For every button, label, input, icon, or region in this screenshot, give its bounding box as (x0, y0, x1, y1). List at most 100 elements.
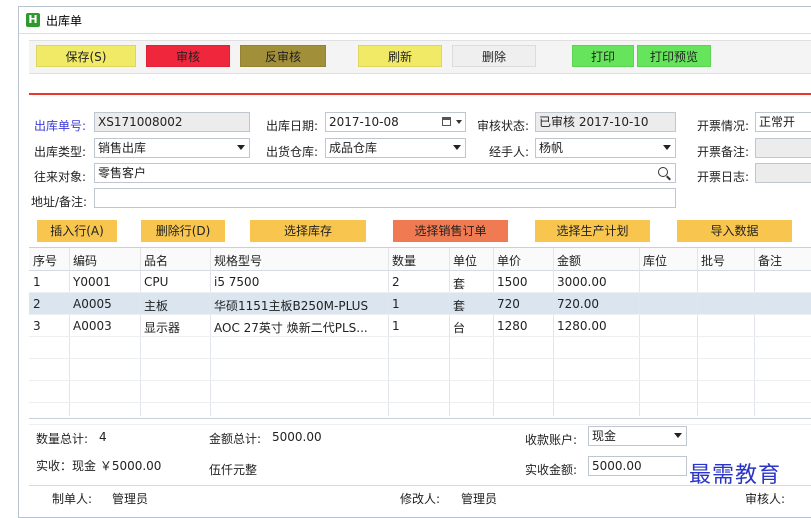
chevron-down-icon[interactable] (456, 120, 462, 124)
column-header[interactable]: 序号 (33, 252, 67, 269)
account-value: 现金 (592, 429, 617, 443)
table-cell[interactable]: 720 (497, 297, 551, 311)
column-header[interactable]: 备注 (758, 252, 809, 269)
warehouse-select[interactable]: 成品仓库 (325, 138, 466, 158)
select-sales-order-button[interactable]: 选择销售订单 (393, 220, 508, 242)
type-select[interactable]: 销售出库 (94, 138, 250, 158)
type-label: 出库类型: (34, 145, 87, 159)
table-cell[interactable]: 主板 (144, 297, 208, 314)
app-icon: H (26, 13, 40, 27)
select-production-plan-button[interactable]: 选择生产计划 (535, 220, 650, 242)
table-cell[interactable]: 华硕1151主板B250M-PLUS (214, 297, 386, 314)
row-divider (29, 358, 811, 359)
party-value: 零售客户 (98, 166, 147, 180)
table-cell[interactable]: 显示器 (144, 319, 208, 336)
invoice-log-field[interactable] (755, 163, 811, 183)
table-cell[interactable]: 2 (33, 297, 67, 311)
date-value: 2017-10-08 (329, 115, 399, 129)
chevron-down-icon[interactable] (663, 145, 671, 150)
date-label: 出库日期: (266, 119, 319, 133)
unaudit-button[interactable]: 反审核 (240, 45, 326, 67)
table-cell[interactable]: 1 (392, 319, 447, 333)
table-cell[interactable]: 3000.00 (557, 275, 637, 289)
window-title: 出库单 (46, 14, 83, 28)
invoice-note-field[interactable] (755, 138, 811, 158)
audit-status-label: 审核状态: (477, 119, 530, 133)
column-header[interactable]: 单位 (453, 252, 491, 269)
handler-label: 经手人: (489, 145, 530, 159)
column-header[interactable]: 库位 (643, 252, 695, 269)
table-cell[interactable]: 1280 (497, 319, 551, 333)
delete-row-button[interactable]: 删除行(D) (141, 220, 225, 242)
qty-total-value: 4 (99, 430, 107, 444)
invoice-note-label: 开票备注: (697, 145, 750, 159)
modifier-label: 修改人: (400, 492, 441, 506)
audit-status-field[interactable]: 已审核 2017-10-10 (535, 112, 676, 132)
table-cell[interactable]: 1500 (497, 275, 551, 289)
insert-row-button[interactable]: 插入行(A) (37, 220, 117, 242)
refresh-button[interactable]: 刷新 (358, 45, 442, 67)
table-cell[interactable]: 台 (453, 319, 491, 336)
table-cell[interactable]: A0003 (73, 319, 138, 333)
print-preview-button[interactable]: 打印预览 (637, 45, 711, 67)
order-no-label: 出库单号: (34, 119, 87, 133)
column-header[interactable]: 编码 (73, 252, 138, 269)
warehouse-label: 出货仓库: (266, 145, 319, 159)
handler-value: 杨帆 (539, 141, 564, 155)
column-header[interactable]: 金额 (557, 252, 637, 269)
received-text: 实收：现金 ￥5000.00 (36, 459, 162, 473)
audit-button[interactable]: 审核 (146, 45, 230, 67)
maker-value: 管理员 (112, 492, 149, 506)
amount-in-words: 伍仟元整 (209, 463, 258, 477)
table-cell[interactable]: 套 (453, 297, 491, 314)
select-stock-button[interactable]: 选择库存 (250, 220, 366, 242)
table-cell[interactable]: AOC 27英寸 焕新二代PLS... (214, 319, 386, 336)
table-cell[interactable]: 1 (392, 297, 447, 311)
table-cell[interactable]: A0005 (73, 297, 138, 311)
chevron-down-icon[interactable] (453, 145, 461, 150)
date-picker[interactable]: 2017-10-08 (325, 112, 466, 132)
watermark: 最需教育 (689, 463, 782, 488)
table-cell[interactable]: 套 (453, 275, 491, 292)
chevron-down-icon[interactable] (237, 145, 245, 150)
invoice-status-label: 开票情况: (697, 119, 750, 133)
table-cell[interactable]: Y0001 (73, 275, 138, 289)
print-button[interactable]: 打印 (572, 45, 634, 67)
order-no-field[interactable]: XS171008002 (94, 112, 250, 132)
row-divider (29, 380, 811, 381)
party-field[interactable]: 零售客户 (94, 163, 676, 183)
handler-select[interactable]: 杨帆 (535, 138, 676, 158)
table-cell[interactable]: CPU (144, 275, 208, 289)
chevron-down-icon[interactable] (674, 433, 682, 438)
actual-amount-label: 实收金额: (525, 463, 578, 477)
actual-amount-field[interactable]: 5000.00 (588, 456, 687, 476)
warehouse-value: 成品仓库 (329, 141, 378, 155)
invoice-status-field[interactable]: 正常开 (755, 112, 811, 132)
table-cell[interactable]: 1 (33, 275, 67, 289)
column-header[interactable]: 品名 (144, 252, 208, 269)
party-label: 往来对象: (34, 170, 87, 184)
table-cell[interactable]: 720.00 (557, 297, 637, 311)
qty-total-label: 数量总计: (36, 432, 89, 446)
modifier-value: 管理员 (461, 492, 498, 506)
import-data-button[interactable]: 导入数据 (677, 220, 792, 242)
row-divider (29, 402, 811, 403)
table-cell[interactable]: 3 (33, 319, 67, 333)
toolbar-divider (29, 93, 811, 95)
calendar-icon[interactable] (442, 117, 451, 126)
column-header[interactable]: 单价 (497, 252, 551, 269)
save-button[interactable]: 保存(S) (36, 45, 136, 67)
table-cell[interactable]: i5 7500 (214, 275, 386, 289)
column-header[interactable]: 批号 (701, 252, 752, 269)
column-header[interactable]: 规格型号 (214, 252, 386, 269)
invoice-log-label: 开票日志: (697, 170, 750, 184)
column-header[interactable]: 数量 (392, 252, 447, 269)
title-bar (19, 7, 811, 34)
type-value: 销售出库 (98, 141, 147, 155)
address-label: 地址/备注: (31, 195, 88, 209)
address-field[interactable] (94, 188, 676, 208)
delete-button[interactable]: 删除 (452, 45, 536, 67)
table-cell[interactable]: 1280.00 (557, 319, 637, 333)
account-select[interactable]: 现金 (588, 426, 687, 446)
table-cell[interactable]: 2 (392, 275, 447, 289)
